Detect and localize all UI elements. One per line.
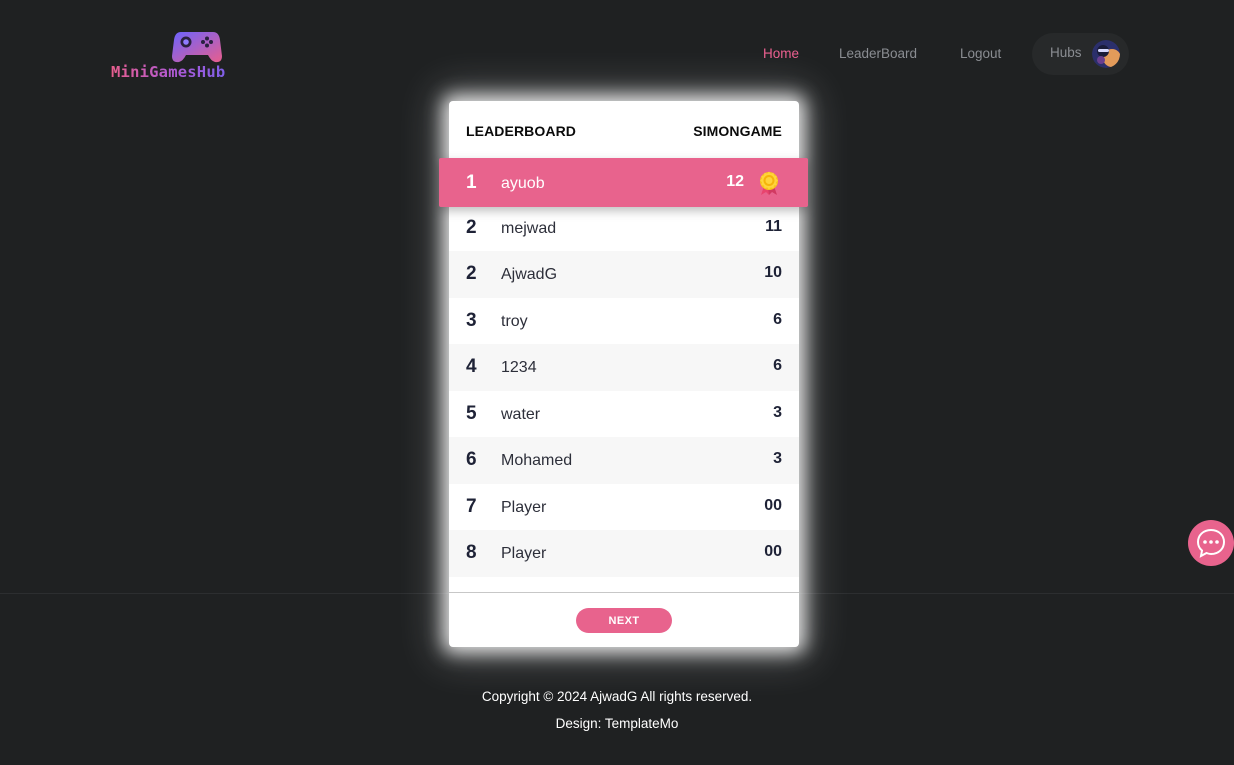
row-player-name: troy bbox=[501, 312, 528, 330]
row-score: 6 bbox=[773, 310, 782, 328]
nav-leaderboard-link[interactable]: LeaderBoard bbox=[839, 46, 917, 61]
chat-bubble-icon bbox=[1196, 528, 1226, 558]
nav-logout-link[interactable]: Logout bbox=[960, 46, 1001, 61]
hubs-profile-button[interactable]: Hubs bbox=[1032, 33, 1129, 75]
row-rank: 6 bbox=[466, 449, 477, 470]
leaderboard-header: LEADERBOARD SIMONGAME bbox=[449, 101, 799, 158]
row-rank: 5 bbox=[466, 402, 477, 424]
row-rank: 2 bbox=[466, 263, 477, 284]
site-logo[interactable]: MiniGamesHub bbox=[111, 28, 283, 84]
chat-button[interactable] bbox=[1188, 520, 1234, 566]
row-rank: 2 bbox=[466, 216, 477, 238]
row-score: 00 bbox=[764, 543, 782, 560]
leaderboard-title: LEADERBOARD bbox=[466, 123, 576, 139]
row-rank: 7 bbox=[466, 495, 477, 517]
leaderboard-row-top: 1 ayuob 12 bbox=[439, 158, 808, 207]
row-player-name: mejwad bbox=[501, 219, 557, 237]
leaderboard-game-name: SIMONGAME bbox=[693, 123, 782, 139]
leaderboard-row-placeholder: 1 ayuob 12 bbox=[439, 158, 808, 207]
row-player-name: 1234 bbox=[501, 359, 537, 376]
user-avatar bbox=[1092, 40, 1120, 68]
card-footer-divider bbox=[449, 592, 799, 593]
row-score: 3 bbox=[773, 403, 782, 421]
hubs-label: Hubs bbox=[1050, 45, 1082, 60]
nav-home-link[interactable]: Home bbox=[763, 46, 799, 61]
page: MiniGamesHub Home LeaderBoard Logout Hub… bbox=[0, 0, 1234, 765]
leaderboard-card: LEADERBOARD SIMONGAME 1 ayuob 12 2 mejwa… bbox=[439, 101, 808, 647]
leaderboard-row: 6 Mohamed 3 bbox=[449, 437, 799, 484]
row-player-name: Player bbox=[501, 545, 547, 562]
logo-text: MiniGamesHub bbox=[111, 63, 226, 81]
leaderboard-row: 5 water 3 bbox=[449, 391, 799, 438]
row-score: 12 bbox=[726, 173, 744, 190]
row-rank: 4 bbox=[466, 356, 477, 377]
row-player-name: Player bbox=[501, 498, 547, 516]
leaderboard-row: 3 troy 6 bbox=[449, 298, 799, 345]
row-rank: 3 bbox=[466, 309, 477, 331]
next-page-button[interactable]: NEXT bbox=[576, 608, 672, 633]
gamepad-icon bbox=[172, 32, 222, 63]
row-player-name: Mohamed bbox=[501, 452, 573, 469]
row-score: 10 bbox=[764, 264, 782, 281]
leaderboard-list: 1 ayuob 12 2 mejwad 11 2 AjwadG 10 3 tro… bbox=[439, 158, 808, 579]
row-rank: 1 bbox=[466, 172, 477, 193]
row-score: 00 bbox=[764, 496, 782, 514]
leaderboard-row: 8 Player 00 bbox=[449, 530, 799, 577]
leaderboard-row: 2 AjwadG 10 bbox=[449, 251, 799, 298]
row-player-name: ayuob bbox=[501, 175, 545, 192]
footer-copyright: Copyright © 2024 AjwadG All rights reser… bbox=[481, 689, 753, 704]
footer-design-credit[interactable]: Design: TemplateMo bbox=[0, 716, 1234, 731]
gold-medal-icon bbox=[760, 171, 778, 195]
leaderboard-row: 4 1234 6 bbox=[449, 344, 799, 391]
leaderboard-row: 7 Player 00 bbox=[449, 484, 799, 531]
row-score: 11 bbox=[765, 217, 782, 235]
row-player-name: water bbox=[501, 405, 541, 423]
row-rank: 8 bbox=[466, 542, 477, 563]
row-player-name: AjwadG bbox=[501, 266, 558, 283]
row-score: 6 bbox=[773, 357, 782, 374]
row-score: 3 bbox=[773, 450, 782, 467]
leaderboard-row: 2 mejwad 11 bbox=[449, 205, 799, 252]
